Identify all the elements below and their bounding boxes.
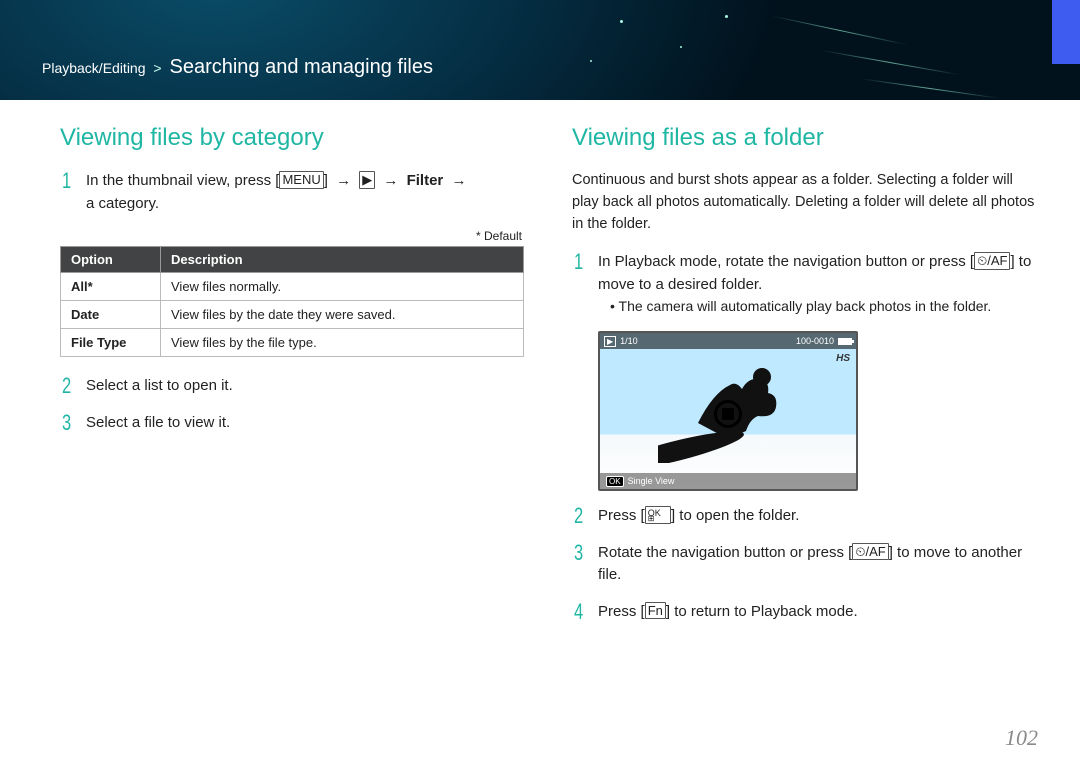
default-note: * Default (60, 229, 522, 243)
right-step-3: 3 Rotate the navigation button or press … (572, 542, 1036, 587)
fn-button-label: Fn (645, 602, 666, 620)
intro-text: Continuous and burst shots appear as a f… (572, 170, 1036, 235)
step-text: Press [Fn] to return to Playback mode. (598, 601, 858, 624)
left-step-3: 3 Select a file to view it. (60, 412, 524, 435)
step-text: Select a file to view it. (86, 412, 230, 435)
breadcrumb-category: Playback/Editing (42, 60, 146, 76)
step-sub: The camera will automatically play back … (610, 296, 1036, 317)
step-number: 2 (62, 375, 74, 398)
hs-badge: HS (836, 353, 850, 364)
table-header-option: Option (61, 247, 161, 273)
step-number: 2 (574, 505, 586, 528)
breadcrumb-title: Searching and managing files (169, 56, 433, 78)
single-view-label: Single View (628, 476, 675, 486)
step-text: Press [OK⊞ ] to open the folder. (598, 505, 799, 528)
battery-icon (838, 338, 852, 345)
section-tab-indicator (1052, 0, 1080, 64)
heading-viewing-as-folder: Viewing files as a folder (572, 124, 1036, 152)
page-number: 102 (1005, 725, 1038, 751)
right-step-1: 1 In Playback mode, rotate the navigatio… (572, 251, 1036, 317)
screenshot-botbar: OK Single View (600, 473, 856, 489)
play-mode-icon: ▶ (604, 336, 616, 347)
table-row: Date View files by the date they were sa… (61, 301, 524, 329)
nav-button-label: ⏲/AF (974, 252, 1010, 270)
left-step-2: 2 Select a list to open it. (60, 375, 524, 398)
right-step-4: 4 Press [Fn] to return to Playback mode. (572, 601, 1036, 624)
shutter-overlay-icon (714, 400, 742, 428)
folder-preview-screenshot: ▶ 1/10 100-0010 HS OK Single View (598, 331, 858, 491)
step-text: Rotate the navigation button or press [⏲… (598, 542, 1036, 587)
step-number: 1 (62, 170, 74, 215)
right-step-2: 2 Press [OK⊞ ] to open the folder. (572, 505, 1036, 528)
step-number: 4 (574, 601, 586, 624)
file-number: 100-0010 (796, 336, 834, 346)
options-table: Option Description All* View files norma… (60, 246, 524, 357)
play-icon: ▶ (359, 171, 375, 189)
heading-viewing-by-category: Viewing files by category (60, 124, 524, 152)
page-header: Playback/Editing > Searching and managin… (0, 0, 1080, 100)
breadcrumb-separator: > (153, 60, 161, 76)
breadcrumb: Playback/Editing > Searching and managin… (42, 56, 433, 79)
step-number: 1 (574, 251, 586, 317)
step-text: In the thumbnail view, press [MENU] → ▶ … (86, 170, 470, 215)
table-row: All* View files normally. (61, 273, 524, 301)
left-step-1: 1 In the thumbnail view, press [MENU] → … (60, 170, 524, 215)
photo-counter: 1/10 (620, 336, 638, 346)
step-text: In Playback mode, rotate the navigation … (598, 251, 1036, 317)
ok-badge: OK (606, 476, 624, 487)
ok-button-label: OK⊞ (645, 506, 671, 524)
content: Viewing files by category 1 In the thumb… (0, 100, 1080, 637)
left-column: Viewing files by category 1 In the thumb… (60, 124, 524, 637)
step-number: 3 (62, 412, 74, 435)
step-text: Select a list to open it. (86, 375, 233, 398)
nav-button-label: ⏲/AF (852, 543, 888, 561)
screenshot-topbar: ▶ 1/10 100-0010 (600, 333, 856, 349)
menu-button-label: MENU (279, 171, 323, 189)
right-column: Viewing files as a folder Continuous and… (572, 124, 1036, 637)
step-number: 3 (574, 542, 586, 587)
table-header-description: Description (161, 247, 524, 273)
table-row: File Type View files by the file type. (61, 329, 524, 357)
